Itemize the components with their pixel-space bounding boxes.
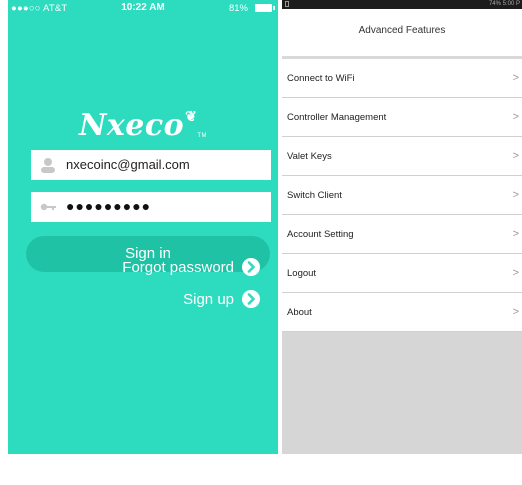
password-value: ●●●●●●●●● xyxy=(66,198,152,214)
nxeco-logo: Nxeco❦ TM xyxy=(8,108,278,143)
menu-item-label: Account Setting xyxy=(287,229,354,240)
chevron-right-icon: > xyxy=(512,228,519,240)
key-icon xyxy=(40,199,56,215)
battery-percent: 81% xyxy=(228,3,248,14)
menu-item-account-setting[interactable]: Account Setting > xyxy=(282,215,522,254)
chevron-right-icon: > xyxy=(512,72,519,84)
battery-icon xyxy=(255,4,275,12)
menu-item-label: Connect to WiFi xyxy=(287,73,355,84)
menu-list: Connect to WiFi > Controller Management … xyxy=(282,59,522,332)
menu-item-valet-keys[interactable]: Valet Keys > xyxy=(282,137,522,176)
menu-item-label: About xyxy=(287,307,312,318)
forgot-password-label: Forgot password xyxy=(122,258,234,276)
logo-text: Nxeco xyxy=(78,108,185,143)
sim-icon xyxy=(285,1,289,7)
chevron-right-icon xyxy=(242,290,260,308)
status-bar: ●●●○○ AT&T 10:22 AM 81% xyxy=(8,0,278,16)
email-value: nxecoinc@gmail.com xyxy=(66,157,190,172)
sign-up-label: Sign up xyxy=(183,290,234,308)
status-right-text: 74% 5:00 P xyxy=(488,1,520,7)
password-field[interactable]: ●●●●●●●●● xyxy=(31,192,271,222)
menu-item-label: Valet Keys xyxy=(287,151,332,162)
leaf-icon: ❦ xyxy=(185,109,198,125)
chevron-right-icon: > xyxy=(512,267,519,279)
chevron-right-icon xyxy=(242,258,260,276)
menu-item-logout[interactable]: Logout > xyxy=(282,254,522,293)
logo-trademark: TM xyxy=(197,133,208,139)
chevron-right-icon: > xyxy=(512,150,519,162)
chevron-right-icon: > xyxy=(512,111,519,123)
login-screen: ●●●○○ AT&T 10:22 AM 81% Nxeco❦ TM nxecoin… xyxy=(8,0,278,454)
menu-item-connect-wifi[interactable]: Connect to WiFi > xyxy=(282,59,522,98)
advanced-features-screen: 74% 5:00 P Advanced Features Connect to … xyxy=(282,0,522,454)
email-field[interactable]: nxecoinc@gmail.com xyxy=(31,150,271,180)
menu-item-label: Logout xyxy=(287,268,317,279)
menu-item-label: Controller Management xyxy=(287,112,387,123)
menu-item-controller-management[interactable]: Controller Management > xyxy=(282,98,522,137)
user-icon xyxy=(40,157,56,173)
sign-up-link[interactable]: Sign up xyxy=(183,290,260,308)
page-title: Advanced Features xyxy=(358,25,446,36)
menu-item-switch-client[interactable]: Switch Client > xyxy=(282,176,522,215)
chevron-right-icon: > xyxy=(512,306,519,318)
status-bar: 74% 5:00 P xyxy=(282,0,522,9)
menu-item-label: Switch Client xyxy=(287,190,342,201)
chevron-right-icon: > xyxy=(512,189,519,201)
menu-item-about[interactable]: About > xyxy=(282,293,522,332)
menu-header: Advanced Features xyxy=(282,9,522,59)
forgot-password-link[interactable]: Forgot password xyxy=(122,258,260,276)
